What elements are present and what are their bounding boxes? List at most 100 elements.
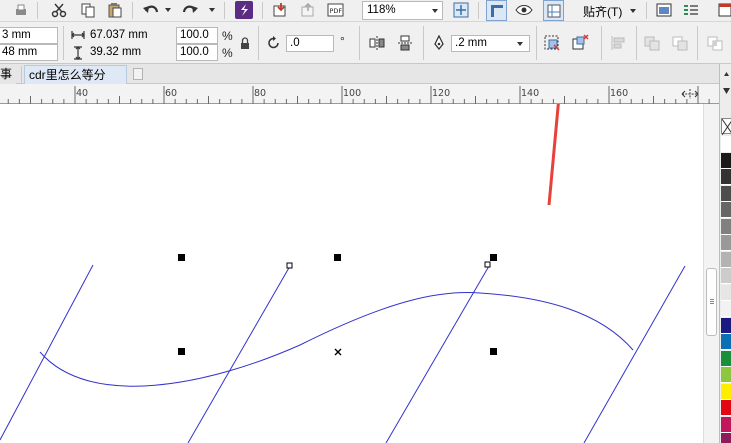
outline-width-dropdown-arrow[interactable] — [517, 42, 523, 46]
diagonal-line-1[interactable] — [0, 264, 94, 441]
wave-curve[interactable] — [39, 292, 634, 387]
color-swatch[interactable] — [721, 218, 731, 235]
horizontal-ruler: 40 60 80 100 120 140 160 — [0, 84, 719, 104]
show-rulers-icon[interactable] — [486, 0, 507, 21]
vertical-scrollbar[interactable] — [703, 104, 719, 443]
rotation-angle-field[interactable]: .0 — [286, 35, 334, 52]
color-swatch[interactable] — [721, 202, 731, 218]
tab-label: 事 — [0, 67, 13, 81]
color-swatch[interactable] — [721, 152, 731, 169]
print-icon[interactable] — [12, 1, 30, 19]
publish-pdf-icon[interactable]: PDF — [326, 1, 344, 19]
tab-document-1[interactable]: 事 — [0, 65, 17, 84]
svg-text:PDF: PDF — [330, 7, 343, 15]
show-guidelines-icon[interactable] — [543, 0, 564, 21]
mirror-horizontal-icon[interactable] — [368, 34, 386, 52]
color-swatch[interactable] — [721, 367, 731, 383]
thumb-grip-line — [710, 303, 714, 304]
weld-icon[interactable] — [643, 34, 661, 52]
color-swatch[interactable] — [721, 268, 731, 284]
color-swatch[interactable] — [721, 185, 731, 202]
mirror-vertical-icon[interactable] — [396, 34, 414, 52]
diagonal-line-2[interactable] — [187, 265, 291, 443]
powerclip-extract-icon[interactable] — [571, 34, 589, 52]
annotation-arrow — [547, 104, 560, 206]
toolbar-separator — [132, 2, 133, 19]
color-swatch[interactable] — [721, 251, 731, 268]
ruler-tick-label: 60 — [165, 88, 178, 99]
color-swatch[interactable] — [721, 433, 731, 443]
tab-label: cdr里怎么等分 — [29, 68, 106, 82]
thumb-grip-line — [710, 299, 714, 300]
palette-scroll-up-icon[interactable] — [722, 67, 731, 81]
application-menu-icon[interactable] — [718, 1, 731, 19]
toolbar-separator — [646, 2, 647, 19]
diagonal-line-4[interactable] — [583, 265, 686, 443]
rotation-icon — [266, 35, 282, 51]
position-x-field[interactable]: 3 mm — [0, 27, 58, 44]
standard-toolbar: PDF 118% 贴齐(T) — [0, 0, 731, 22]
powerclip-place-inside-icon[interactable] — [543, 34, 561, 52]
welcome-screen-icon[interactable] — [655, 1, 673, 19]
cut-icon[interactable] — [50, 1, 68, 19]
ruler-origin-marker-icon[interactable] — [680, 88, 700, 100]
view-eye-icon[interactable] — [515, 1, 533, 19]
ruler-tick-label: 40 — [76, 88, 89, 99]
scale-height-field[interactable]: 100.0 — [176, 44, 218, 61]
artwork — [0, 104, 686, 443]
zoom-dropdown-arrow[interactable] — [432, 9, 438, 13]
color-swatch[interactable] — [721, 317, 731, 334]
color-swatch[interactable] — [721, 350, 731, 367]
tab-separator — [21, 66, 22, 83]
scrollbar-thumb[interactable] — [706, 268, 717, 336]
scale-width-field[interactable]: 100.0 — [176, 27, 218, 44]
paste-icon[interactable] — [106, 1, 124, 19]
export-icon[interactable] — [299, 1, 317, 19]
redo-dropdown-arrow[interactable] — [209, 8, 215, 12]
no-color-swatch[interactable] — [721, 118, 731, 136]
tab-document-2[interactable]: cdr里怎么等分 — [24, 65, 127, 84]
toolbar-separator — [697, 26, 698, 60]
object-height-field[interactable]: 39.32 mm — [86, 44, 172, 61]
new-tab-icon[interactable] — [133, 68, 143, 80]
import-icon[interactable] — [271, 1, 289, 19]
color-swatch[interactable] — [721, 136, 731, 152]
color-swatch[interactable] — [721, 169, 731, 185]
color-swatch[interactable] — [721, 235, 731, 251]
ruler-tick-label: 80 — [254, 88, 267, 99]
thumb-grip-line — [710, 301, 714, 302]
undo-dropdown-arrow[interactable] — [165, 8, 171, 12]
application-launcher-icon[interactable] — [235, 1, 253, 19]
undo-icon[interactable] — [142, 1, 160, 19]
trim-icon[interactable] — [671, 34, 689, 52]
color-swatch[interactable] — [721, 334, 731, 350]
color-swatch[interactable] — [721, 284, 731, 301]
toolbar-separator — [601, 26, 602, 60]
redo-icon[interactable] — [181, 1, 199, 19]
lock-ratio-icon[interactable] — [236, 35, 254, 53]
scale-width-percent: % — [222, 29, 233, 43]
color-swatch[interactable] — [721, 416, 731, 433]
snap-to-label[interactable]: 贴齐(T) — [583, 3, 622, 20]
snap-dropdown-arrow[interactable] — [630, 9, 636, 13]
object-width-field[interactable]: 67.037 mm — [86, 27, 172, 44]
drawing-canvas[interactable] — [0, 104, 703, 443]
options-icon[interactable] — [682, 1, 700, 19]
intersect-icon[interactable] — [706, 34, 724, 52]
palette-flyout-icon[interactable] — [722, 84, 731, 98]
color-swatch[interactable] — [721, 301, 731, 317]
align-distribute-icon[interactable] — [609, 34, 627, 52]
document-tab-bar: 事 cdr里怎么等分 — [0, 64, 723, 84]
zoom-level-select[interactable]: 118% — [362, 1, 443, 20]
selection-handles[interactable] — [178, 254, 497, 356]
toolbar-separator — [37, 2, 38, 19]
position-y-field[interactable]: 48 mm — [0, 44, 58, 61]
color-swatch[interactable] — [721, 383, 731, 400]
outline-width-value: .2 mm — [455, 37, 487, 49]
toolbar-separator — [63, 26, 64, 60]
color-swatch[interactable] — [721, 400, 731, 416]
copy-icon[interactable] — [79, 1, 97, 19]
ruler-tick-label: 120 — [432, 88, 451, 99]
full-screen-preview-icon[interactable] — [452, 1, 470, 19]
property-bar: 3 mm 48 mm 67.037 mm 39.32 mm 100.0 100.… — [0, 22, 731, 64]
